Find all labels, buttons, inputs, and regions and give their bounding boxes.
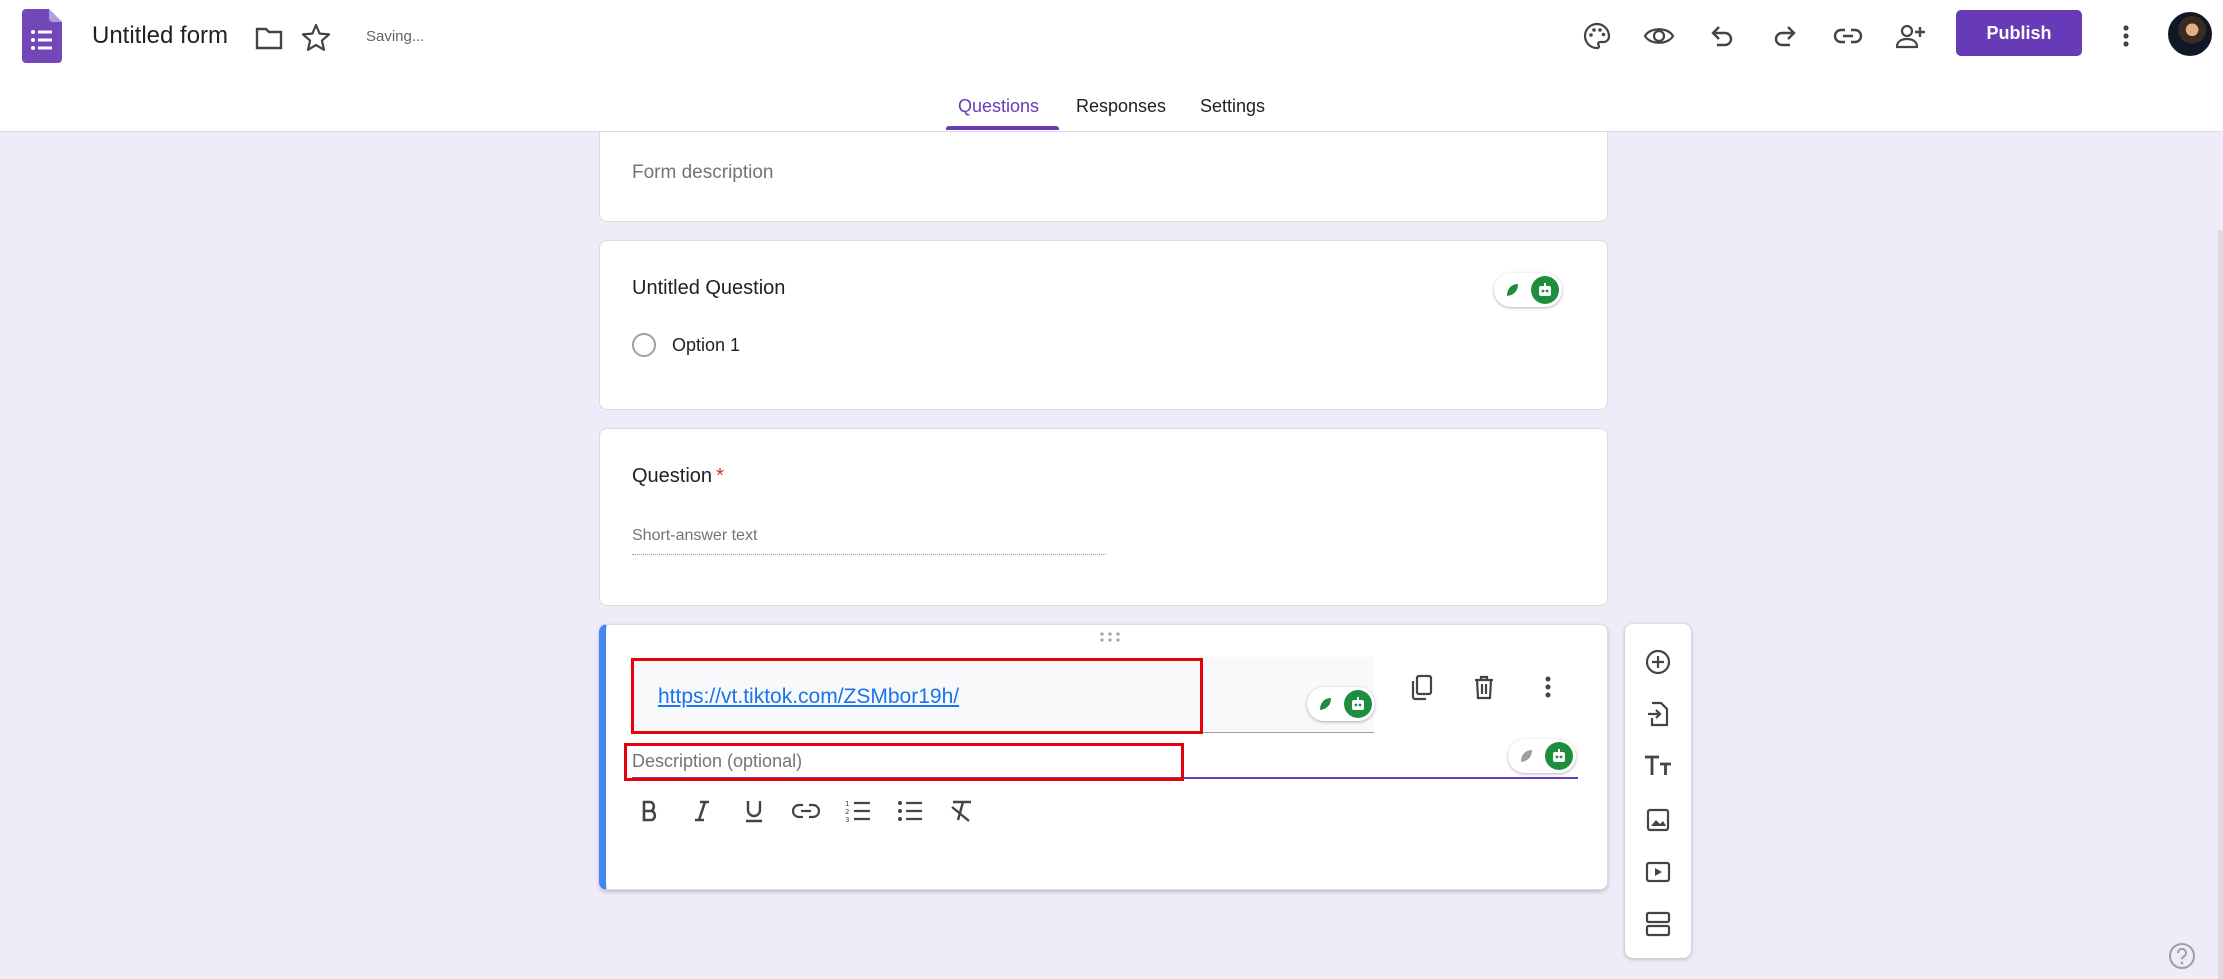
required-mark: * bbox=[716, 465, 724, 487]
preview-eye-icon[interactable] bbox=[1641, 18, 1677, 54]
bot-icon bbox=[1545, 742, 1573, 770]
ai-assist-chip[interactable] bbox=[1508, 739, 1576, 773]
help-icon[interactable] bbox=[2167, 941, 2197, 971]
svg-text:3: 3 bbox=[845, 816, 849, 823]
bot-icon bbox=[1344, 690, 1372, 718]
bot-icon bbox=[1531, 276, 1559, 304]
radio-option[interactable] bbox=[632, 333, 656, 357]
tab-questions[interactable]: Questions bbox=[958, 96, 1039, 117]
add-section-icon[interactable] bbox=[1640, 906, 1676, 942]
question-card[interactable]: Question* Short-answer text bbox=[599, 428, 1608, 606]
publish-button[interactable]: Publish bbox=[1956, 10, 2082, 56]
more-vert-icon[interactable] bbox=[2108, 18, 2144, 54]
drag-handle-icon[interactable] bbox=[1098, 631, 1122, 643]
save-status: Saving... bbox=[366, 28, 424, 45]
link-icon[interactable] bbox=[1830, 18, 1866, 54]
leaf-icon bbox=[1518, 748, 1534, 764]
svg-text:2: 2 bbox=[845, 808, 849, 816]
ai-assist-chip[interactable] bbox=[1307, 687, 1375, 721]
italic-icon[interactable] bbox=[684, 793, 720, 829]
svg-text:1: 1 bbox=[845, 800, 849, 808]
format-toolbar: 123 bbox=[632, 793, 980, 829]
highlight-box-title bbox=[631, 658, 1203, 734]
palette-icon[interactable] bbox=[1579, 18, 1615, 54]
google-forms-logo[interactable] bbox=[22, 9, 62, 63]
underline-icon[interactable] bbox=[736, 793, 772, 829]
bulleted-list-icon[interactable] bbox=[892, 793, 928, 829]
floating-toolbar bbox=[1625, 624, 1691, 958]
option-label: Option 1 bbox=[672, 335, 740, 356]
page-scrollbar[interactable] bbox=[2218, 230, 2223, 979]
add-title-icon[interactable] bbox=[1640, 748, 1676, 784]
add-collaborator-icon[interactable] bbox=[1892, 18, 1928, 54]
numbered-list-icon[interactable]: 123 bbox=[840, 793, 876, 829]
question-title: Question* bbox=[632, 465, 724, 488]
form-header-card: Form description bbox=[599, 132, 1608, 222]
tab-settings[interactable]: Settings bbox=[1200, 96, 1265, 117]
title-description-card[interactable]: https://vt.tiktok.com/ZSMbor19h/ Descrip… bbox=[599, 624, 1608, 890]
question-card[interactable]: Untitled Question Option 1 bbox=[599, 240, 1608, 410]
clear-format-icon[interactable] bbox=[944, 793, 980, 829]
add-question-icon[interactable] bbox=[1640, 644, 1676, 680]
leaf-icon bbox=[1317, 696, 1333, 712]
redo-icon[interactable] bbox=[1767, 18, 1803, 54]
active-tab-indicator bbox=[946, 126, 1059, 130]
highlight-box-description bbox=[624, 743, 1184, 781]
tab-responses[interactable]: Responses bbox=[1076, 96, 1166, 117]
document-title[interactable]: Untitled form bbox=[92, 22, 228, 50]
more-options-icon[interactable] bbox=[1530, 669, 1566, 705]
bold-icon[interactable] bbox=[632, 793, 668, 829]
add-video-icon[interactable] bbox=[1640, 854, 1676, 890]
tab-bar: Questions Responses Settings bbox=[0, 92, 2223, 132]
copy-icon[interactable] bbox=[1404, 669, 1440, 705]
short-answer-field: Short-answer text bbox=[632, 523, 1106, 555]
avatar[interactable] bbox=[2168, 12, 2212, 56]
ai-assist-chip[interactable] bbox=[1494, 273, 1562, 307]
import-questions-icon[interactable] bbox=[1640, 696, 1676, 732]
star-icon[interactable] bbox=[300, 22, 332, 54]
leaf-icon bbox=[1504, 282, 1520, 298]
delete-icon[interactable] bbox=[1466, 669, 1502, 705]
form-description-field[interactable]: Form description bbox=[632, 162, 774, 184]
undo-icon[interactable] bbox=[1704, 18, 1740, 54]
add-image-icon[interactable] bbox=[1640, 802, 1676, 838]
folder-icon[interactable] bbox=[254, 24, 284, 52]
app-header: Untitled form Saving... Publish Question… bbox=[0, 0, 2223, 132]
question-title: Untitled Question bbox=[632, 277, 785, 300]
link-icon[interactable] bbox=[788, 793, 824, 829]
